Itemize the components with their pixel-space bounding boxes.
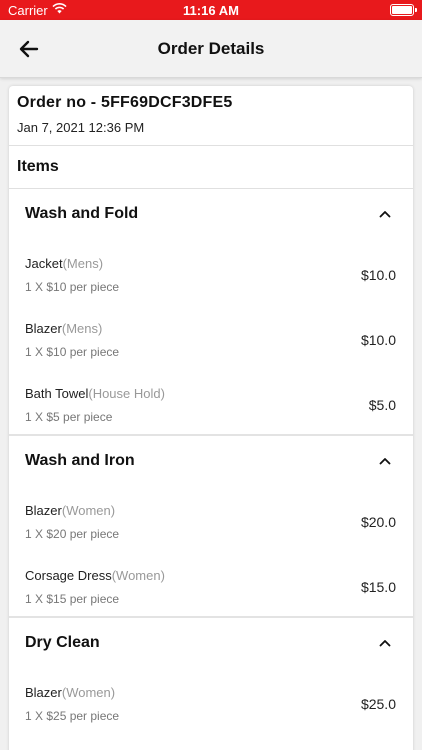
list-item: Blazer(Women) 1 X $25 per piece $25.0 (9, 668, 413, 733)
item-quantity: 1 X $10 per piece (25, 345, 120, 359)
item-price: $10.0 (360, 267, 396, 283)
list-item: Blazer(Women) 1 X $20 per piece $20.0 (9, 486, 413, 551)
item-category: (Mens) (62, 256, 104, 271)
chevron-up-icon[interactable] (379, 637, 391, 649)
item-price: $25.0 (360, 696, 396, 712)
clock: 11:16 AM (183, 3, 239, 18)
item-quantity: 1 X $5 per piece (25, 410, 113, 424)
item-quantity: 1 X $15 per piece (25, 592, 120, 606)
item-category: (Mens) (61, 321, 103, 336)
items-heading: Items (9, 146, 413, 189)
order-header: Order no - 5FF69DCF3DFE5 Jan 7, 2021 12:… (9, 86, 413, 146)
item-name: Bath Towel (25, 386, 89, 401)
item-price: $10.0 (360, 332, 396, 348)
order-card: Order no - 5FF69DCF3DFE5 Jan 7, 2021 12:… (9, 86, 413, 750)
list-item: Jacket(Mens) 1 X $10 per piece $10.0 (9, 239, 413, 304)
section-wash-and-fold: Wash and Fold Jacket(Mens) 1 X $10 per p… (9, 189, 413, 436)
item-quantity: 1 X $25 per piece (25, 709, 120, 723)
item-name: Corsage Dress (25, 568, 112, 583)
order-date: Jan 7, 2021 12:36 PM (17, 120, 145, 135)
section-header[interactable]: Wash and Iron (9, 436, 413, 486)
list-item: Bath Towel(House Hold) 1 X $5 per piece … (9, 369, 413, 434)
status-bar: Carrier 11:16 AM (0, 0, 422, 20)
item-name: Blazer (25, 685, 62, 700)
list-item: Blazer(Mens) 1 X $10 per piece $10.0 (9, 304, 413, 369)
battery-icon (390, 4, 417, 16)
chevron-up-icon[interactable] (379, 455, 391, 467)
item-quantity: 1 X $20 per piece (25, 527, 120, 541)
item-price: $15.0 (360, 579, 396, 595)
chevron-up-icon[interactable] (379, 208, 391, 220)
item-category: (Women) (111, 568, 165, 583)
section-header[interactable]: Wash and Fold (9, 189, 413, 239)
section-dry-clean: Dry Clean Blazer(Women) 1 X $25 per piec… (9, 618, 413, 733)
item-name: Jacket (25, 256, 63, 271)
item-category: (Women) (61, 685, 116, 700)
section-header[interactable]: Dry Clean (9, 618, 413, 668)
section-title: Wash and Iron (25, 452, 135, 469)
section-title: Wash and Fold (25, 205, 139, 222)
item-category: (Women) (61, 503, 116, 518)
page-title: Order Details (157, 39, 265, 58)
order-number: Order no - 5FF69DCF3DFE5 (17, 94, 233, 111)
navigation-bar: Order Details (0, 20, 422, 78)
section-wash-and-iron: Wash and Iron Blazer(Women) 1 X $20 per … (9, 436, 413, 618)
item-name: Blazer (25, 503, 62, 518)
item-price: $5.0 (368, 397, 396, 413)
item-price: $20.0 (360, 514, 396, 530)
item-name: Blazer (25, 321, 62, 336)
list-item: Corsage Dress(Women) 1 X $15 per piece $… (9, 551, 413, 616)
item-quantity: 1 X $10 per piece (25, 280, 120, 294)
item-category: (House Hold) (88, 386, 165, 401)
section-title: Dry Clean (25, 634, 100, 651)
